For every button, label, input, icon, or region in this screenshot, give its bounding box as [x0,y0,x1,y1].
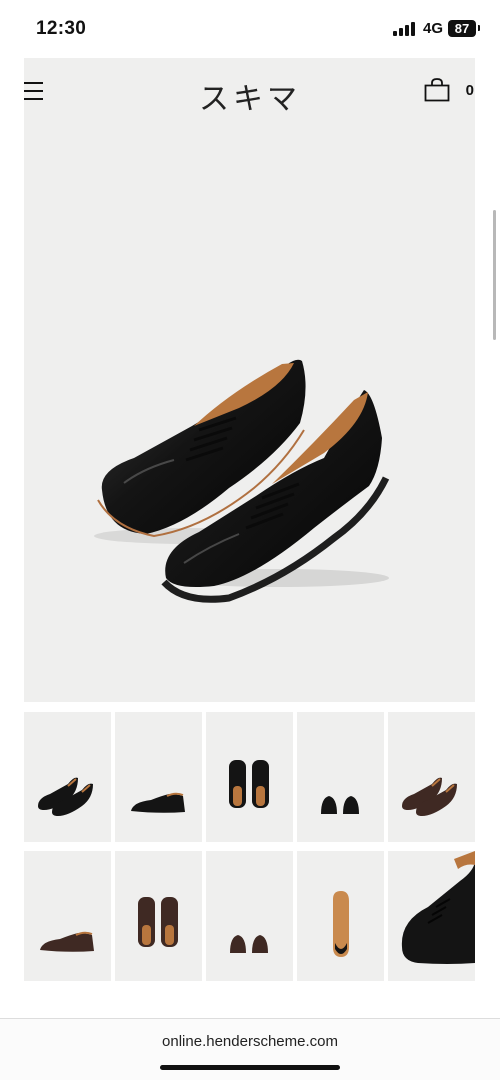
page-scrollbar[interactable] [493,210,496,340]
status-indicators: 4G 87 [392,20,480,37]
status-bar: 12:30 4G 87 [0,0,500,58]
site-header: スキマ 0 [0,58,500,134]
site-logo[interactable]: スキマ [150,74,350,118]
thumbnail-black-pair-angled[interactable] [24,712,111,842]
thumbnail-black-pair-back[interactable] [297,712,384,842]
url-field[interactable]: online.henderscheme.com [0,1033,500,1050]
thumbnail-black-single-side[interactable] [115,712,202,842]
browser-address-bar: online.henderscheme.com [0,1018,500,1080]
signal-icon [392,21,415,36]
product-main-image[interactable] [24,58,475,702]
network-type: 4G [422,20,443,37]
thumbnail-brown-pair-angled[interactable] [388,712,475,842]
thumbnail-sole-view[interactable] [297,851,384,981]
cart-button[interactable]: 0 [424,78,474,102]
thumbnail-brown-pair-top[interactable] [115,851,202,981]
cart-count: 0 [465,81,474,99]
thumbnail-black-toe-closeup[interactable] [388,851,475,981]
thumbnail-brown-single-side[interactable] [24,851,111,981]
thumbnail-grid [24,712,475,981]
shopping-bag-icon [424,78,450,102]
hamburger-icon[interactable] [24,80,44,104]
thumbnail-brown-pair-back[interactable] [206,851,293,981]
oxford-shoes-image [94,359,390,603]
battery-icon: 87 [448,20,480,37]
thumbnail-black-pair-top[interactable] [206,712,293,842]
home-indicator[interactable] [160,1065,340,1070]
status-time: 12:30 [36,18,87,39]
